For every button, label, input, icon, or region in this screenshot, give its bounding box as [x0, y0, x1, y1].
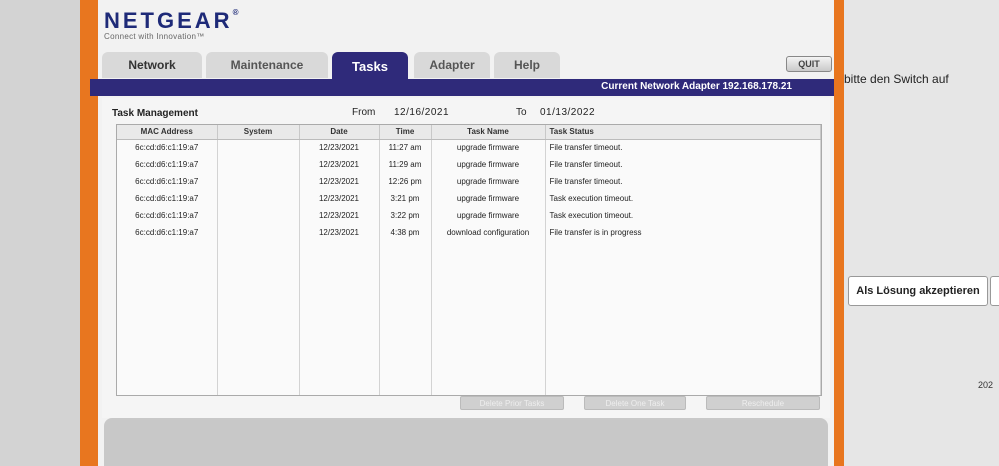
tab-network[interactable]: Network	[102, 52, 202, 78]
tab-help[interactable]: Help	[494, 52, 560, 78]
background-left	[0, 0, 80, 466]
cell-date: 12/23/2021	[299, 156, 380, 173]
table-row[interactable]: 6c:cd:d6:c1:19:a7 12/23/2021 3:22 pm upg…	[117, 207, 821, 224]
netgear-logo: NETGEAR® Connect with Innovation™	[104, 8, 238, 41]
cell-status: File transfer is in progress	[545, 224, 821, 241]
cell-status: File transfer timeout.	[545, 139, 821, 156]
cell-system	[217, 190, 300, 207]
cell-time: 4:38 pm	[379, 224, 432, 241]
to-label: To	[516, 107, 527, 118]
cell-system	[217, 173, 300, 190]
background-forum-page: bitte den Switch auf Als Lösung akzeptie…	[844, 0, 999, 466]
col-task-status[interactable]: Task Status	[545, 125, 821, 140]
cell-status: Task execution timeout.	[545, 190, 821, 207]
window-border-left	[80, 0, 98, 466]
cell-date: 12/23/2021	[299, 139, 380, 156]
window-border-right	[834, 0, 844, 466]
cell-status: File transfer timeout.	[545, 156, 821, 173]
cell-time: 11:29 am	[379, 156, 432, 173]
cell-system	[217, 207, 300, 224]
tab-tasks[interactable]: Tasks	[332, 52, 408, 80]
current-adapter-info: Current Network Adapter 192.168.178.21	[601, 81, 792, 92]
cell-mac: 6c:cd:d6:c1:19:a7	[117, 207, 218, 224]
from-label: From	[352, 107, 376, 118]
cell-date: 12/23/2021	[299, 173, 380, 190]
tab-maintenance[interactable]: Maintenance	[206, 52, 328, 78]
cell-system	[217, 224, 300, 241]
delete-one-task-button[interactable]: Delete One Task	[584, 396, 686, 410]
table-row[interactable]: 6c:cd:d6:c1:19:a7 12/23/2021 11:27 am up…	[117, 139, 821, 156]
cell-task: upgrade firmware	[431, 173, 546, 190]
cell-time: 12:26 pm	[379, 173, 432, 190]
date-fragment: 202	[978, 380, 994, 390]
to-date[interactable]: 01/13/2022	[540, 107, 595, 118]
cell-status: File transfer timeout.	[545, 173, 821, 190]
cell-task: upgrade firmware	[431, 190, 546, 207]
cell-system	[217, 139, 300, 156]
logo-text: NETGEAR®	[104, 8, 239, 33]
col-task-name[interactable]: Task Name	[431, 125, 546, 140]
col-system[interactable]: System	[217, 125, 300, 140]
cell-mac: 6c:cd:d6:c1:19:a7	[117, 156, 218, 173]
table-row[interactable]: 6c:cd:d6:c1:19:a7 12/23/2021 3:21 pm upg…	[117, 190, 821, 207]
cell-mac: 6c:cd:d6:c1:19:a7	[117, 139, 218, 156]
table-empty-area	[117, 241, 821, 395]
cell-mac: 6c:cd:d6:c1:19:a7	[117, 173, 218, 190]
cell-date: 12/23/2021	[299, 207, 380, 224]
col-time[interactable]: Time	[379, 125, 432, 140]
cell-mac: 6c:cd:d6:c1:19:a7	[117, 190, 218, 207]
task-management-title: Task Management	[112, 108, 198, 119]
cell-date: 12/23/2021	[299, 224, 380, 241]
cell-time: 3:21 pm	[379, 190, 432, 207]
table-header: MAC Address System Date Time Task Name T…	[117, 125, 821, 140]
quit-button[interactable]: QUIT	[786, 56, 832, 72]
cell-system	[217, 156, 300, 173]
delete-prior-tasks-button[interactable]: Delete Prior Tasks	[460, 396, 564, 410]
col-mac[interactable]: MAC Address	[117, 125, 218, 140]
cell-time: 3:22 pm	[379, 207, 432, 224]
bottom-panel	[104, 418, 828, 466]
cell-task: upgrade firmware	[431, 207, 546, 224]
tab-adapter[interactable]: Adapter	[414, 52, 490, 78]
accept-solution-button[interactable]: Als Lösung akzeptieren	[848, 276, 988, 306]
cell-status: Task execution timeout.	[545, 207, 821, 224]
cell-task: upgrade firmware	[431, 139, 546, 156]
forum-text: bitte den Switch auf	[844, 72, 949, 86]
netgear-app-window: NETGEAR® Connect with Innovation™ Networ…	[90, 0, 834, 466]
task-table: MAC Address System Date Time Task Name T…	[116, 124, 822, 396]
table-row[interactable]: 6c:cd:d6:c1:19:a7 12/23/2021 11:29 am up…	[117, 156, 821, 173]
table-row[interactable]: 6c:cd:d6:c1:19:a7 12/23/2021 4:38 pm dow…	[117, 224, 821, 241]
table-row[interactable]: 6c:cd:d6:c1:19:a7 12/23/2021 12:26 pm up…	[117, 173, 821, 190]
cell-task: download configuration	[431, 224, 546, 241]
col-date[interactable]: Date	[299, 125, 380, 140]
task-management-panel: Task Management From 12/16/2021 To 01/13…	[102, 98, 830, 418]
from-date[interactable]: 12/16/2021	[394, 107, 449, 118]
cell-task: upgrade firmware	[431, 156, 546, 173]
reschedule-button[interactable]: Reschedule	[706, 396, 820, 410]
cell-date: 12/23/2021	[299, 190, 380, 207]
adapter-bar: Current Network Adapter 192.168.178.21	[90, 79, 834, 96]
cell-mac: 6c:cd:d6:c1:19:a7	[117, 224, 218, 241]
secondary-button-fragment[interactable]	[990, 276, 999, 306]
cell-time: 11:27 am	[379, 139, 432, 156]
